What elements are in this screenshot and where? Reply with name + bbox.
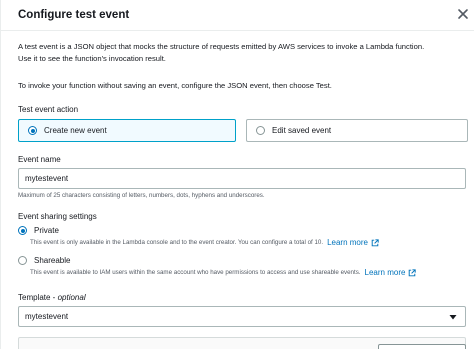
- radio-edit-saved-event[interactable]: [256, 126, 265, 135]
- editor-action-button[interactable]: [378, 344, 466, 349]
- create-new-event-option[interactable]: Create new event: [18, 119, 236, 142]
- edit-saved-event-label: Edit saved event: [272, 126, 332, 135]
- header-divider: [0, 30, 474, 31]
- close-icon[interactable]: [456, 7, 470, 21]
- radio-shareable[interactable]: [18, 256, 27, 265]
- external-link-icon[interactable]: [371, 238, 379, 247]
- intro-line-1: A test event is a JSON object that mocks…: [18, 42, 425, 51]
- event-name-value: mytestevent: [25, 174, 69, 183]
- radio-create-new-event[interactable]: [28, 126, 37, 135]
- event-name-input[interactable]: mytestevent: [18, 168, 466, 189]
- private-description-row: This event is only available in the Lamb…: [30, 238, 379, 247]
- radio-private[interactable]: [18, 226, 27, 235]
- shareable-description: This event is available to IAM users wit…: [30, 269, 361, 276]
- external-link-icon[interactable]: [408, 268, 417, 277]
- test-event-action-label: Test event action: [18, 105, 79, 114]
- edit-saved-event-option[interactable]: Edit saved event: [246, 119, 468, 142]
- intro-line-2: Use it to see the function's invocation …: [18, 54, 166, 63]
- private-description: This event is only available in the Lamb…: [30, 239, 324, 246]
- shareable-learn-more-link[interactable]: Learn more: [365, 268, 406, 277]
- private-label: Private: [34, 226, 59, 235]
- private-learn-more-link[interactable]: Learn more: [327, 238, 368, 247]
- create-new-event-label: Create new event: [44, 126, 107, 135]
- shareable-label: Shareable: [34, 256, 71, 265]
- private-option[interactable]: Private: [18, 226, 59, 235]
- template-label-text: Template -: [18, 293, 58, 302]
- shareable-description-row: This event is available to IAM users wit…: [30, 268, 417, 277]
- event-name-label: Event name: [18, 155, 61, 164]
- event-sharing-label: Event sharing settings: [18, 212, 97, 221]
- event-name-hint: Maximum of 25 characters consisting of l…: [18, 192, 265, 199]
- template-select[interactable]: mytestevent: [18, 306, 466, 327]
- intro-line-3: To invoke your function without saving a…: [18, 81, 332, 90]
- chevron-down-icon: [449, 315, 457, 320]
- template-label: Template - optional: [18, 293, 86, 302]
- modal-title: Configure test event: [18, 9, 130, 21]
- shareable-option[interactable]: Shareable: [18, 256, 70, 265]
- template-optional-text: optional: [57, 293, 86, 302]
- template-select-value: mytestevent: [25, 312, 69, 321]
